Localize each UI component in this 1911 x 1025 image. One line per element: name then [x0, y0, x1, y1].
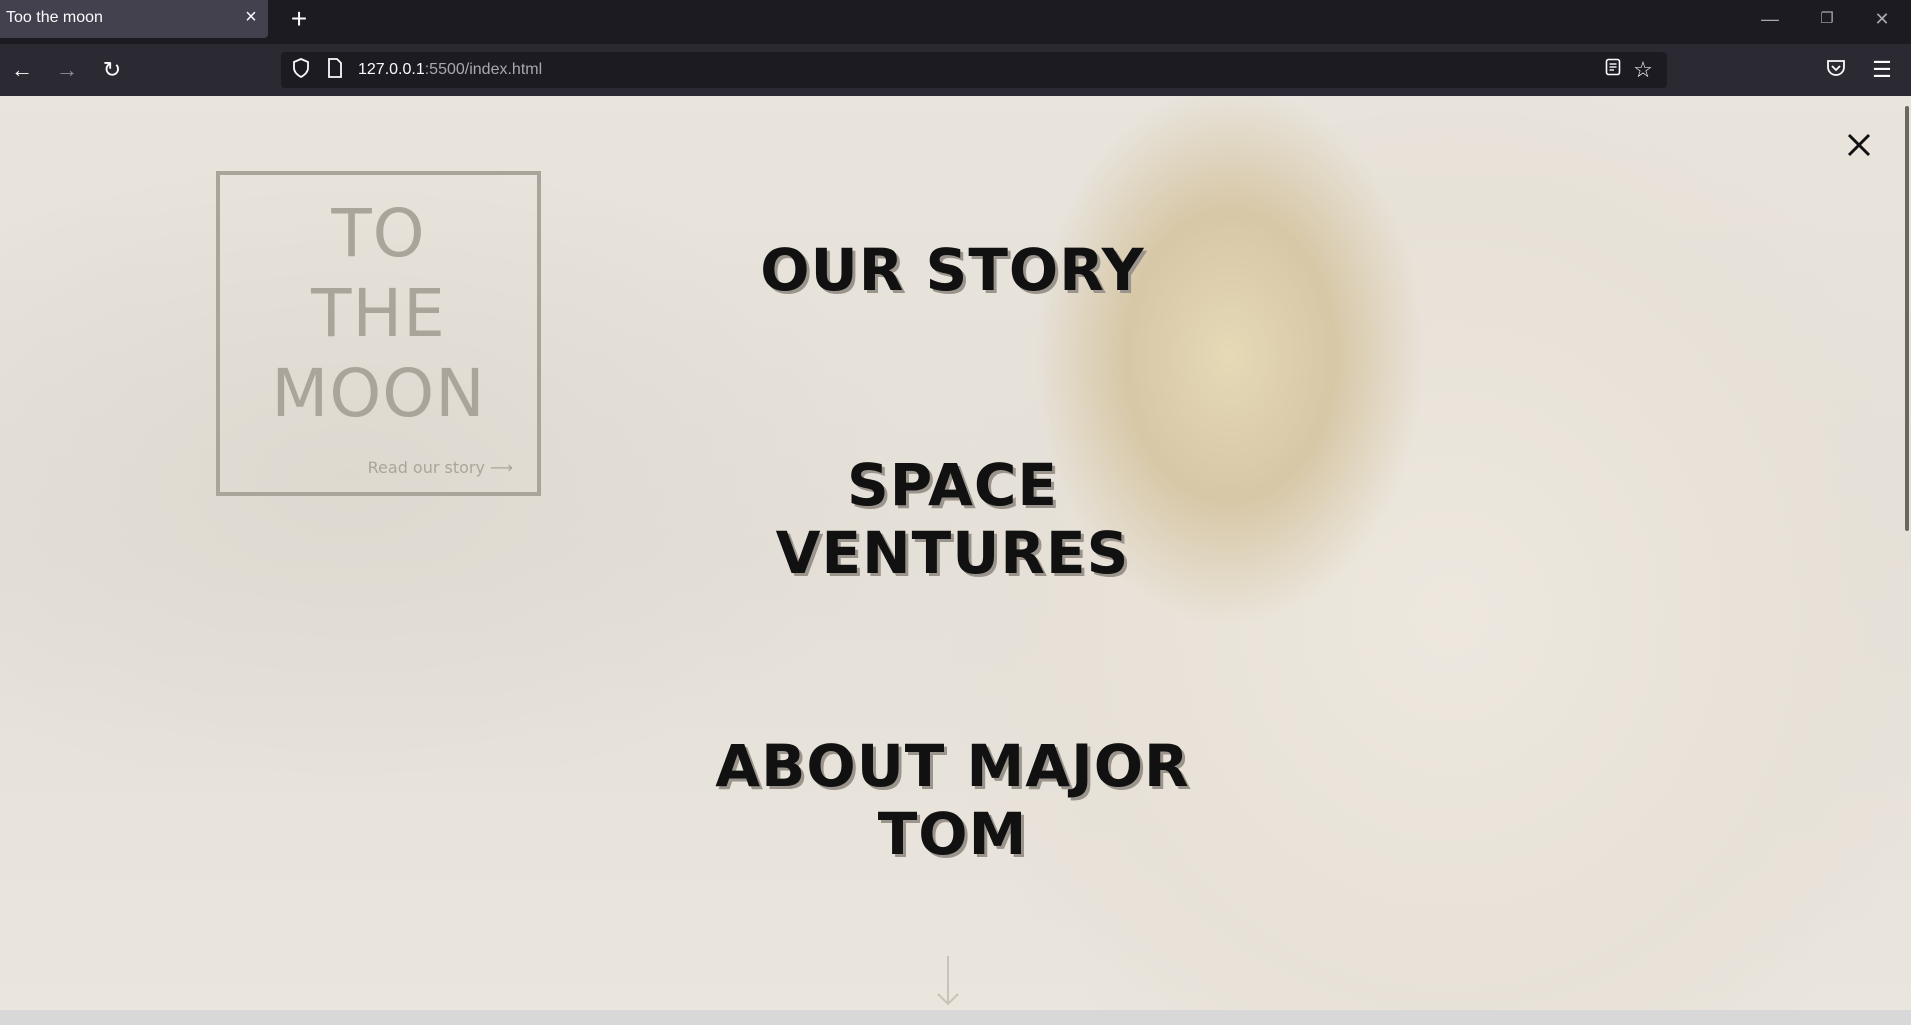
read-our-story-link[interactable]: Read our story ⟶ — [368, 458, 513, 477]
window-close-icon[interactable]: ✕ — [1862, 4, 1902, 34]
reader-view-icon[interactable] — [1601, 58, 1625, 82]
pocket-icon[interactable] — [1822, 56, 1850, 84]
url-host: 127.0.0.1 — [358, 61, 425, 78]
logo-line-the: THE — [311, 275, 446, 352]
menu-item-space-ventures[interactable]: SPACE VENTURES — [680, 451, 1225, 587]
url-bar[interactable]: 127.0.0.1:5500/index.html ☆ — [281, 52, 1667, 88]
tab-close-icon[interactable]: × — [240, 6, 262, 28]
logo-line-moon: MOON — [271, 355, 486, 432]
logo-line-to: TO — [331, 195, 426, 272]
taskbar-strip — [0, 1010, 1911, 1025]
restore-icon[interactable]: ❐ — [1807, 4, 1847, 34]
tab-title: Too the moon — [6, 9, 103, 26]
scroll-down-arrow-icon[interactable] — [935, 954, 961, 1010]
menu-item-our-story[interactable]: OUR STORY — [680, 236, 1225, 304]
close-menu-icon[interactable] — [1840, 126, 1878, 164]
forward-icon[interactable]: → — [53, 56, 81, 84]
page-icon[interactable] — [323, 58, 347, 82]
bookmark-star-icon[interactable]: ☆ — [1631, 58, 1655, 82]
logo-box: TO THE MOON Read our story ⟶ — [216, 171, 541, 496]
new-tab-icon[interactable]: + — [284, 4, 314, 34]
back-icon[interactable]: ← — [8, 56, 36, 84]
page-scrollbar[interactable] — [1905, 106, 1909, 531]
minimize-icon[interactable]: — — [1750, 4, 1790, 34]
page-viewport: TO THE MOON Read our story ⟶ OUR STORY S… — [0, 96, 1911, 1010]
tab-bar: Too the moon × + — ❐ ✕ — [0, 0, 1911, 44]
url-text[interactable]: 127.0.0.1:5500/index.html — [358, 61, 542, 79]
active-tab[interactable]: Too the moon × — [0, 0, 268, 38]
app-menu-icon[interactable]: ☰ — [1868, 56, 1896, 84]
url-path: :5500/index.html — [424, 61, 543, 78]
shield-icon[interactable] — [289, 58, 313, 82]
navigation-bar: ← → ↻ 127.0.0.1:5500/index.html ☆ ☰ — [0, 44, 1911, 96]
menu-item-about-major-tom[interactable]: ABOUT MAJOR TOM — [680, 732, 1225, 868]
reload-icon[interactable]: ↻ — [98, 56, 126, 84]
